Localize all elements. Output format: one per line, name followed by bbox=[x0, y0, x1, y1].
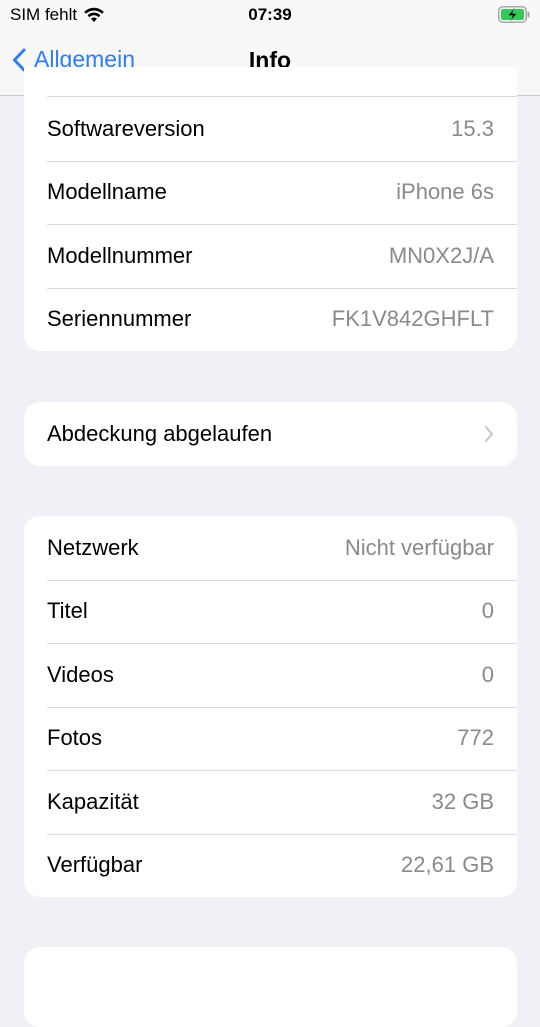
row-value: 15.3 bbox=[451, 115, 494, 141]
row-value: 0 bbox=[481, 661, 494, 687]
clipped-row bbox=[24, 67, 517, 97]
row-label: Titel bbox=[47, 598, 88, 624]
battery-charging-icon bbox=[498, 6, 530, 23]
next-group-partial bbox=[24, 947, 517, 1027]
row-netzwerk[interactable]: Netzwerk Nicht verfügbar bbox=[24, 516, 517, 580]
row-modellnummer[interactable]: Modellnummer MN0X2J/A bbox=[24, 224, 517, 288]
row-label: Modellnummer bbox=[47, 242, 193, 268]
row-label: Kapazität bbox=[47, 788, 139, 814]
row-fotos[interactable]: Fotos 772 bbox=[24, 706, 517, 771]
row-abdeckung[interactable]: Abdeckung abgelaufen bbox=[24, 402, 517, 466]
row-verfuegbar[interactable]: Verfügbar 22,61 GB bbox=[24, 833, 517, 898]
row-label: Abdeckung abgelaufen bbox=[47, 420, 273, 446]
row-label: Fotos bbox=[47, 725, 103, 751]
row-value: 32 GB bbox=[431, 788, 494, 814]
row-modellname[interactable]: Modellname iPhone 6s bbox=[24, 160, 517, 225]
row-kapazitaet[interactable]: Kapazität 32 GB bbox=[24, 770, 517, 834]
row-value: iPhone 6s bbox=[396, 179, 494, 205]
row-label: Softwareversion bbox=[47, 115, 205, 141]
row-value: FK1V842GHFLT bbox=[331, 306, 494, 332]
coverage-group: Abdeckung abgelaufen bbox=[24, 402, 517, 466]
row-label: Videos bbox=[47, 661, 114, 687]
row-value: 772 bbox=[457, 725, 494, 751]
row-label: Modellname bbox=[47, 179, 167, 205]
row-softwareversion[interactable]: Softwareversion 15.3 bbox=[24, 97, 517, 161]
chevron-right-icon bbox=[485, 425, 493, 442]
media-storage-group: Netzwerk Nicht verfügbar Titel 0 Videos … bbox=[24, 516, 517, 897]
status-bar: SIM fehlt 07:39 bbox=[0, 0, 540, 30]
device-info-group: Softwareversion 15.3 Modellname iPhone 6… bbox=[24, 67, 517, 351]
row-value: Nicht verfügbar bbox=[344, 534, 494, 560]
row-value: 22,61 GB bbox=[401, 852, 494, 878]
status-time: 07:39 bbox=[248, 5, 292, 24]
row-videos[interactable]: Videos 0 bbox=[24, 643, 517, 707]
row-label: Seriennummer bbox=[47, 306, 192, 332]
row-label: Netzwerk bbox=[47, 534, 139, 560]
row-value: 0 bbox=[481, 598, 494, 624]
row-seriennummer[interactable]: Seriennummer FK1V842GHFLT bbox=[24, 287, 517, 352]
row-label: Verfügbar bbox=[47, 852, 143, 878]
row-titel[interactable]: Titel 0 bbox=[24, 579, 517, 644]
row-value: MN0X2J/A bbox=[388, 242, 494, 268]
